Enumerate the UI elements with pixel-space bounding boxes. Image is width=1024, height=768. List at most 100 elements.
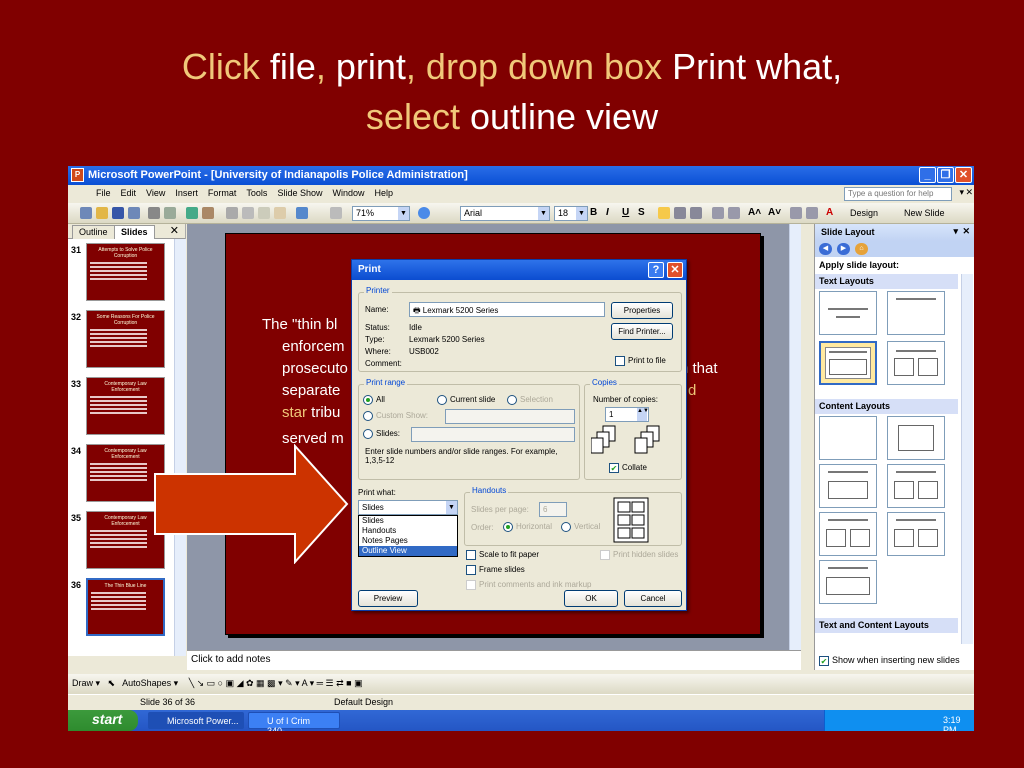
decrease-indent-icon[interactable] xyxy=(790,207,802,219)
slide-thumbnail[interactable]: The Thin Blue Line xyxy=(86,578,165,636)
draw-menu[interactable]: Draw xyxy=(72,678,93,688)
layout-two-column-text[interactable] xyxy=(887,341,945,385)
layout-title-only[interactable] xyxy=(887,291,945,335)
copy-icon[interactable] xyxy=(242,207,254,219)
find-printer-button[interactable]: Find Printer... xyxy=(611,323,673,340)
print-comments-checkbox[interactable]: Print comments and ink markup xyxy=(466,580,592,590)
shadow-button[interactable]: S xyxy=(638,207,645,218)
tab-slides[interactable]: Slides xyxy=(114,225,155,239)
layout-title-two-content[interactable] xyxy=(819,512,877,556)
help-dropdown-icon[interactable]: ▾ xyxy=(959,187,964,198)
menu-format[interactable]: Format xyxy=(208,188,237,198)
menu-file[interactable]: File xyxy=(96,188,111,198)
slides-range-input[interactable] xyxy=(411,427,575,442)
ok-button[interactable]: OK xyxy=(564,590,618,607)
slide-thumbnail-row[interactable]: 33 Contemporary Law Enforcement xyxy=(68,377,176,437)
font-size-select[interactable]: 18 ▼ xyxy=(554,206,588,221)
increase-font-icon[interactable]: A˄ xyxy=(748,207,761,218)
help-search-input[interactable]: Type a question for help xyxy=(844,187,952,201)
layout-title-content-over[interactable] xyxy=(887,512,945,556)
home-icon[interactable]: ⌂ xyxy=(855,243,868,255)
cut-icon[interactable] xyxy=(226,207,238,219)
range-current-radio[interactable]: Current slide xyxy=(437,395,495,405)
properties-button[interactable]: Properties xyxy=(611,302,673,319)
decrease-font-icon[interactable]: A˅ xyxy=(768,207,781,218)
open-icon[interactable] xyxy=(96,207,108,219)
slide-thumbnail-row[interactable]: 32 Some Reasons For Police Corruption xyxy=(68,310,176,370)
slide-thumbnail[interactable]: Some Reasons For Police Corruption xyxy=(86,310,165,368)
layout-content[interactable] xyxy=(887,416,945,460)
order-vertical-radio[interactable]: Vertical xyxy=(561,522,600,532)
spelling-icon[interactable] xyxy=(186,207,198,219)
menu-slide-show[interactable]: Slide Show xyxy=(277,188,322,198)
align-left-icon[interactable] xyxy=(658,207,670,219)
slide-thumbnail[interactable]: Contemporary Law Enforcement xyxy=(86,377,165,435)
print-what-option[interactable]: Outline View xyxy=(359,546,457,556)
menu-insert[interactable]: Insert xyxy=(175,188,198,198)
align-center-icon[interactable] xyxy=(674,207,686,219)
bold-button[interactable]: B xyxy=(590,207,597,218)
frame-slides-checkbox[interactable]: Frame slides xyxy=(466,565,525,575)
new-icon[interactable] xyxy=(80,207,92,219)
undo-icon[interactable] xyxy=(296,207,308,219)
range-all-radio[interactable]: All xyxy=(363,395,385,405)
show-when-inserting-checkbox[interactable]: ✔ Show when inserting new slides xyxy=(819,655,960,666)
autoshapes-menu[interactable]: AutoShapes xyxy=(122,678,171,688)
task-pane-scrollbar[interactable] xyxy=(961,274,973,644)
format-painter-icon[interactable] xyxy=(274,207,286,219)
menu-help[interactable]: Help xyxy=(374,188,393,198)
layout-title-2-content-2[interactable] xyxy=(819,560,877,604)
dialog-help-button[interactable]: ? xyxy=(648,262,664,278)
slide-thumbnail[interactable]: Attempts to Solve Police Corruption xyxy=(86,243,165,301)
copies-spinner-icon[interactable]: ▲▼ xyxy=(637,408,649,421)
scale-to-fit-checkbox[interactable]: Scale to fit paper xyxy=(466,550,539,560)
menu-edit[interactable]: Edit xyxy=(121,188,137,198)
slides-per-page-select[interactable]: 6 xyxy=(539,502,567,517)
taskbar-item-powerpoint[interactable]: Microsoft Power... xyxy=(148,712,244,729)
layout-title-four-content[interactable] xyxy=(887,464,945,508)
increase-indent-icon[interactable] xyxy=(806,207,818,219)
order-horizontal-radio[interactable]: Horizontal xyxy=(503,522,552,532)
print-what-select[interactable]: Slides ▼ xyxy=(358,500,458,515)
range-slides-radio[interactable]: Slides: xyxy=(363,429,400,439)
new-slide-button[interactable]: New Slide xyxy=(904,208,945,218)
align-right-icon[interactable] xyxy=(690,207,702,219)
restore-button[interactable]: ❐ xyxy=(937,167,954,183)
layout-title-content[interactable] xyxy=(819,464,877,508)
layout-title-slide[interactable] xyxy=(819,291,877,335)
print-icon[interactable] xyxy=(148,207,160,219)
save-icon[interactable] xyxy=(112,207,124,219)
font-select[interactable]: Arial ▼ xyxy=(460,206,550,221)
taskbar-item-document[interactable]: U of I Crim 340-... xyxy=(248,712,340,731)
back-icon[interactable]: ◀ xyxy=(819,243,832,255)
collate-checkbox[interactable]: ✔ Collate xyxy=(609,463,647,473)
layout-blank[interactable] xyxy=(819,416,877,460)
numbering-icon[interactable] xyxy=(712,207,724,219)
zoom-glass-icon[interactable] xyxy=(330,207,342,219)
drawing-tools-icons[interactable]: ╲ ↘ ▭ ○ ▣ ◢ ✿ ▦ ▩ ▾ ✎ ▾ A ▾ ═ ☰ ⇄ ■ ▣ xyxy=(189,678,363,688)
preview-button[interactable]: Preview xyxy=(358,590,418,607)
menu-window[interactable]: Window xyxy=(332,188,364,198)
slide-thumbnail-row[interactable]: 36 The Thin Blue Line xyxy=(68,578,176,638)
research-icon[interactable] xyxy=(202,207,214,219)
close-button[interactable]: ✕ xyxy=(955,167,972,183)
custom-show-select[interactable] xyxy=(445,409,575,424)
start-button[interactable]: start xyxy=(68,710,138,731)
layout-title-and-text[interactable] xyxy=(819,341,877,385)
tab-outline[interactable]: Outline xyxy=(72,225,115,239)
range-custom-radio[interactable]: Custom Show: xyxy=(363,411,428,421)
zoom-select[interactable]: 71% ▼ xyxy=(352,206,410,221)
design-button[interactable]: Design xyxy=(850,208,878,218)
forward-icon[interactable]: ▶ xyxy=(837,243,850,255)
slide-thumbnail-row[interactable]: 31 Attempts to Solve Police Corruption xyxy=(68,243,176,303)
select-objects-icon[interactable]: ⬉ xyxy=(108,678,116,688)
print-what-option[interactable]: Slides xyxy=(359,516,457,526)
pane-close-icon[interactable]: ✕ xyxy=(170,224,179,237)
italic-button[interactable]: I xyxy=(606,207,609,218)
cancel-button[interactable]: Cancel xyxy=(624,590,682,607)
task-pane-close-icon[interactable]: ✕ xyxy=(962,226,970,237)
underline-button[interactable]: U xyxy=(622,207,629,218)
doc-close-icon[interactable]: ✕ xyxy=(965,187,973,198)
menu-tools[interactable]: Tools xyxy=(246,188,267,198)
range-selection-radio[interactable]: Selection xyxy=(507,395,553,405)
